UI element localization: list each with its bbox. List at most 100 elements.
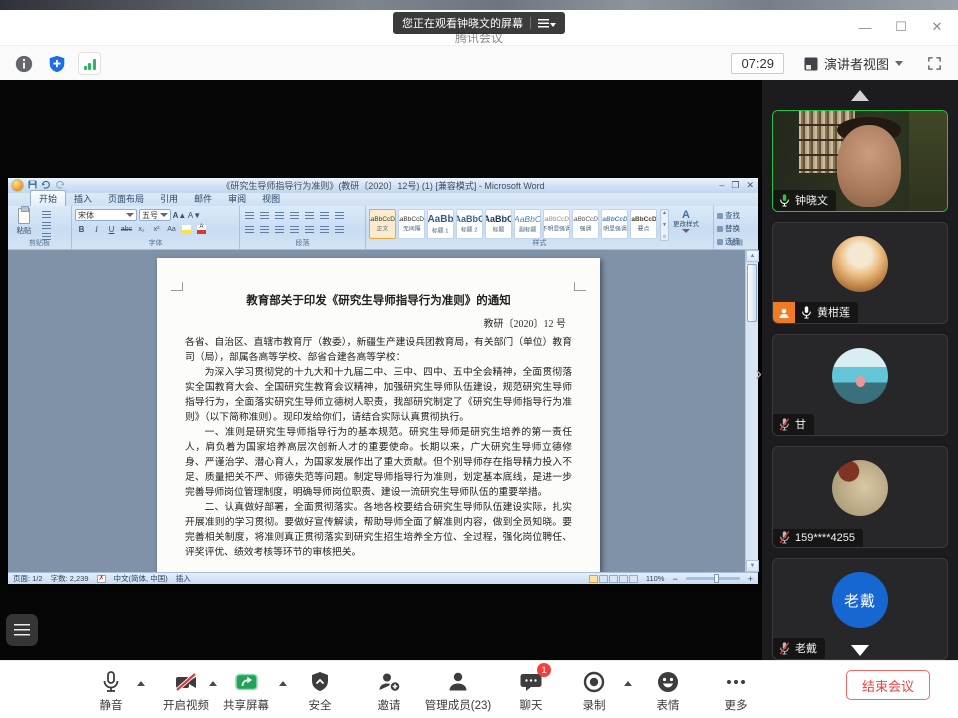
highlight-color-button[interactable] bbox=[180, 223, 193, 235]
tooltip-menu-button[interactable] bbox=[538, 19, 556, 28]
shrink-font-button[interactable]: A▼ bbox=[188, 209, 201, 221]
multilevel-list-icon[interactable] bbox=[273, 210, 286, 220]
tab-review[interactable]: 审阅 bbox=[220, 191, 254, 206]
spellcheck-status-icon[interactable] bbox=[97, 575, 106, 583]
fullscreen-reading-view-button[interactable] bbox=[599, 575, 608, 583]
strikethrough-button[interactable]: abc bbox=[120, 223, 133, 235]
word-count[interactable]: 字数: 2,239 bbox=[51, 573, 89, 584]
zoom-out-button[interactable]: − bbox=[672, 574, 677, 584]
scrollbar-thumb[interactable] bbox=[747, 264, 757, 322]
page-indicator[interactable]: 页面: 1/2 bbox=[13, 573, 43, 584]
style-chip[interactable]: AaBbCcDc 要点 bbox=[630, 209, 657, 239]
align-center-icon[interactable] bbox=[258, 224, 271, 234]
minimize-button[interactable]: — bbox=[854, 17, 876, 37]
bullets-icon[interactable] bbox=[243, 210, 256, 220]
replace-button[interactable]: 替换 bbox=[717, 223, 755, 234]
show-marks-icon[interactable] bbox=[333, 210, 346, 220]
copy-icon[interactable] bbox=[40, 221, 53, 230]
zoom-level[interactable]: 110% bbox=[646, 574, 665, 583]
numbering-icon[interactable] bbox=[258, 210, 271, 220]
maximize-button[interactable]: ☐ bbox=[890, 17, 912, 37]
zoom-slider-thumb[interactable] bbox=[714, 574, 719, 583]
tab-mailings[interactable]: 邮件 bbox=[186, 191, 220, 206]
style-chip[interactable]: AaBb 标题 1 bbox=[427, 209, 454, 239]
style-chip[interactable]: AaBbCcDd 正文 bbox=[369, 209, 396, 239]
fullscreen-button[interactable] bbox=[923, 52, 946, 75]
paste-button[interactable]: 粘贴 bbox=[11, 208, 37, 239]
style-chip[interactable]: AaBbCcDc 明显强调 bbox=[601, 209, 628, 239]
align-right-icon[interactable] bbox=[273, 224, 286, 234]
outline-view-button[interactable] bbox=[619, 575, 628, 583]
decrease-indent-icon[interactable] bbox=[288, 210, 301, 220]
save-icon[interactable] bbox=[28, 180, 37, 189]
underline-button[interactable]: U bbox=[105, 223, 118, 235]
tab-page-layout[interactable]: 页面布局 bbox=[100, 191, 152, 206]
mute-options-caret[interactable] bbox=[137, 681, 145, 686]
print-layout-view-button[interactable] bbox=[589, 575, 598, 583]
style-chip[interactable]: AaBbC 标题 2 bbox=[456, 209, 483, 239]
tab-insert[interactable]: 插入 bbox=[66, 191, 100, 206]
style-chip[interactable]: AaBbC 标题 bbox=[485, 209, 512, 239]
draft-view-button[interactable] bbox=[629, 575, 638, 583]
security-shield-icon[interactable] bbox=[45, 52, 68, 75]
style-chip[interactable]: AaBbCcDd 不明显强调 bbox=[543, 209, 570, 239]
font-name-select[interactable]: 宋体 bbox=[75, 209, 137, 221]
participant-tile[interactable]: 黄柑莲 bbox=[772, 222, 948, 324]
word-restore-button[interactable]: ❐ bbox=[731, 179, 739, 192]
mute-button[interactable]: 静音 bbox=[71, 669, 151, 713]
floating-menu-button[interactable] bbox=[6, 614, 38, 646]
record-button[interactable]: 录制 bbox=[554, 669, 634, 713]
more-button[interactable]: 更多 bbox=[696, 669, 776, 713]
zoom-slider[interactable] bbox=[686, 577, 740, 580]
participant-tile[interactable]: 159****4255 bbox=[772, 446, 948, 548]
network-signal-icon[interactable] bbox=[78, 52, 101, 75]
redo-icon[interactable] bbox=[55, 180, 65, 189]
cut-icon[interactable] bbox=[40, 210, 53, 219]
participant-tile[interactable]: 甘 bbox=[772, 334, 948, 436]
zoom-in-button[interactable]: + bbox=[748, 574, 753, 584]
bold-button[interactable]: B bbox=[75, 223, 88, 235]
security-button[interactable]: 安全 bbox=[280, 669, 360, 713]
meeting-info-icon[interactable] bbox=[12, 52, 35, 75]
style-chip[interactable]: AaBbCcDd 强调 bbox=[572, 209, 599, 239]
line-spacing-icon[interactable] bbox=[303, 224, 316, 234]
italic-button[interactable]: I bbox=[90, 223, 103, 235]
find-button[interactable]: 查找 bbox=[717, 210, 755, 221]
share-screen-button[interactable]: 共享屏幕 bbox=[206, 669, 286, 713]
web-layout-view-button[interactable] bbox=[609, 575, 618, 583]
increase-indent-icon[interactable] bbox=[303, 210, 316, 220]
change-styles-button[interactable]: A 更改样式 bbox=[669, 210, 703, 239]
tab-references[interactable]: 引用 bbox=[152, 191, 186, 206]
styles-gallery-scrollbar[interactable]: ▲▼≡ bbox=[660, 209, 669, 241]
word-close-button[interactable]: ✕ bbox=[746, 179, 754, 192]
insert-mode-indicator[interactable]: 插入 bbox=[176, 573, 191, 584]
style-chip[interactable]: AaBbCcDd 无间隔 bbox=[398, 209, 425, 239]
font-size-select[interactable]: 五号 bbox=[139, 209, 171, 221]
manage-members-button[interactable]: 管理成员(23) bbox=[413, 669, 503, 713]
document-scrollbar[interactable]: ▲ ▼ bbox=[745, 250, 758, 572]
subscript-button[interactable]: x₂ bbox=[135, 223, 148, 235]
align-left-icon[interactable] bbox=[243, 224, 256, 234]
borders-icon[interactable] bbox=[333, 224, 346, 234]
scroll-down-button[interactable] bbox=[851, 645, 869, 656]
font-color-button[interactable]: A bbox=[195, 223, 208, 235]
scroll-down-arrow[interactable]: ▼ bbox=[746, 560, 759, 572]
justify-icon[interactable] bbox=[288, 224, 301, 234]
close-button[interactable]: ✕ bbox=[926, 17, 948, 37]
scroll-up-button[interactable] bbox=[851, 90, 869, 101]
language-indicator[interactable]: 中文(简体, 中国) bbox=[114, 573, 168, 584]
office-button[interactable] bbox=[11, 179, 24, 192]
collapse-panel-button[interactable]: › bbox=[755, 364, 762, 384]
undo-icon[interactable] bbox=[41, 180, 51, 189]
shading-icon[interactable] bbox=[318, 224, 331, 234]
participant-tile[interactable]: 钟晓文 bbox=[772, 110, 948, 212]
sort-icon[interactable] bbox=[318, 210, 331, 220]
grow-font-button[interactable]: A▲ bbox=[173, 209, 186, 221]
change-case-button[interactable]: Aa bbox=[165, 223, 178, 235]
word-minimize-button[interactable]: – bbox=[719, 179, 724, 192]
tab-home[interactable]: 开始 bbox=[30, 190, 66, 206]
superscript-button[interactable]: x² bbox=[150, 223, 163, 235]
document-page[interactable]: 教育部关于印发《研究生导师指导行为准则》的通知 教研〔2020〕12 号 各省、… bbox=[157, 258, 600, 572]
view-mode-selector[interactable]: 演讲者视图 bbox=[798, 51, 909, 76]
scroll-up-arrow[interactable]: ▲ bbox=[746, 250, 759, 262]
